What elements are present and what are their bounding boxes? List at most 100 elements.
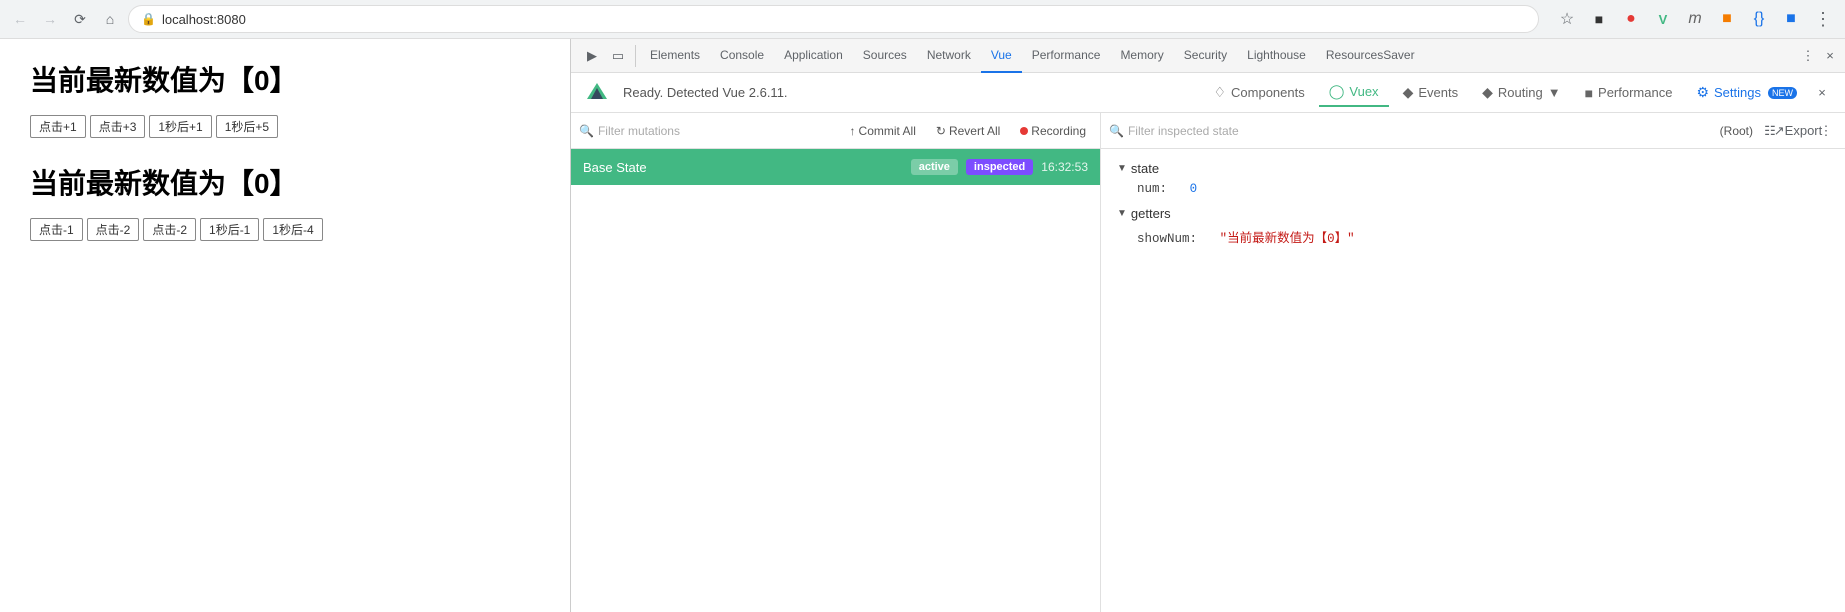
state-time: 16:32:53 <box>1041 160 1088 174</box>
more-button[interactable]: ⋮ <box>1809 5 1837 33</box>
tab-security[interactable]: Security <box>1174 39 1237 73</box>
getters-section-header[interactable]: ▼ getters <box>1117 206 1829 221</box>
btn-plus1[interactable]: 点击+1 <box>30 115 86 138</box>
btn-plus3[interactable]: 点击+3 <box>90 115 146 138</box>
ext-icon-vue[interactable]: V <box>1649 5 1677 33</box>
root-label: (Root) <box>1720 124 1753 138</box>
forward-button[interactable]: → <box>38 7 62 31</box>
btn-minus2a[interactable]: 点击-2 <box>87 218 140 241</box>
vue-status: Ready. Detected Vue 2.6.11. <box>623 85 1199 100</box>
devtools-tab-icons: ▶ ▭ <box>575 45 636 67</box>
tab-network[interactable]: Network <box>917 39 981 73</box>
getters-triangle-icon: ▼ <box>1117 208 1127 219</box>
devtools-split: 🔍 Filter mutations ↑ Commit All ↻ Revert… <box>571 113 1845 612</box>
btn-minus1[interactable]: 点击-1 <box>30 218 83 241</box>
mutations-toolbar: 🔍 Filter mutations ↑ Commit All ↻ Revert… <box>571 113 1100 149</box>
tab-vue[interactable]: Vue <box>981 39 1022 73</box>
vuenav-settings-label: Settings <box>1714 85 1761 100</box>
base-state-label: Base State <box>583 160 903 175</box>
filter-mutations-placeholder: Filter mutations <box>598 124 680 138</box>
home-button[interactable]: ⌂ <box>98 7 122 31</box>
bookmark-button[interactable]: ☆ <box>1553 5 1581 33</box>
ext-icon-3[interactable]: ■ <box>1713 5 1741 33</box>
recording-label: Recording <box>1031 124 1086 138</box>
tab-application[interactable]: Application <box>774 39 853 73</box>
record-dot-icon <box>1020 127 1028 135</box>
ext-icon-m[interactable]: m <box>1681 5 1709 33</box>
routing-icon: ◆ <box>1482 84 1493 101</box>
state-section-header[interactable]: ▼ state <box>1117 161 1829 176</box>
vuenav-components-label: Components <box>1231 85 1305 100</box>
reload-button[interactable]: ⟳ <box>68 7 92 31</box>
tab-elements[interactable]: Elements <box>640 39 710 73</box>
button-group-2: 点击-1 点击-2 点击-2 1秒后-1 1秒后-4 <box>30 218 540 241</box>
vuenav-settings[interactable]: ⚙ Settings NEW <box>1686 79 1807 106</box>
tab-memory[interactable]: Memory <box>1110 39 1173 73</box>
state-triangle-icon: ▼ <box>1117 163 1127 174</box>
getters-shownum-value: "当前最新数值为【0】" <box>1220 232 1355 246</box>
ext-icon-5[interactable]: ■ <box>1777 5 1805 33</box>
vue-logo <box>583 79 611 107</box>
ext-icon-4[interactable]: {} <box>1745 5 1773 33</box>
revert-icon: ↻ <box>936 124 946 138</box>
vuenav-performance-label: Performance <box>1598 85 1672 100</box>
vuenav-performance[interactable]: ■ Performance <box>1575 80 1683 106</box>
vuenav-routing-label: Routing <box>1498 85 1543 100</box>
getters-shownum-entry: showNum: "当前最新数值为【0】" <box>1117 227 1829 246</box>
btn-1s-plus1[interactable]: 1秒后+1 <box>149 115 211 138</box>
routing-chevron-icon: ▼ <box>1548 85 1561 100</box>
vuenav-routing[interactable]: ◆ Routing ▼ <box>1472 79 1570 106</box>
inspector-more-button[interactable]: ⋮ <box>1815 120 1837 142</box>
performance-icon: ■ <box>1585 85 1593 101</box>
vuenav-vuex[interactable]: ◯ Vuex <box>1319 78 1389 107</box>
back-button[interactable]: ← <box>8 7 32 31</box>
devtools-tabs: ▶ ▭ Elements Console Application Sources… <box>571 39 1845 73</box>
devtools-more-button[interactable]: ⋮ <box>1797 45 1819 67</box>
btn-minus2b[interactable]: 点击-2 <box>143 218 196 241</box>
devtools-device-button[interactable]: ▭ <box>607 45 629 67</box>
heading-1: 当前最新数值为【0】 <box>30 59 540 99</box>
revert-all-button[interactable]: ↻ Revert All <box>930 121 1006 141</box>
button-group-1: 点击+1 点击+3 1秒后+1 1秒后+5 <box>30 115 540 138</box>
components-icon: ♢ <box>1213 84 1226 101</box>
btn-1s-minus4[interactable]: 1秒后-4 <box>263 218 322 241</box>
browser-chrome: ← → ⟳ ⌂ 🔒 localhost:8080 ☆ ■ ● V m ■ {} … <box>0 0 1845 39</box>
recording-button[interactable]: Recording <box>1014 121 1092 141</box>
tab-console[interactable]: Console <box>710 39 774 73</box>
ext-icon-2[interactable]: ● <box>1617 5 1645 33</box>
tab-performance[interactable]: Performance <box>1022 39 1111 73</box>
export-button[interactable]: ↗ Export <box>1787 120 1809 142</box>
state-num-value: 0 <box>1190 182 1198 196</box>
url-text: localhost:8080 <box>162 12 246 27</box>
vuenav-events[interactable]: ◆ Events <box>1393 79 1469 106</box>
settings-icon: ⚙ <box>1696 84 1709 101</box>
address-bar[interactable]: 🔒 localhost:8080 <box>128 5 1539 33</box>
commit-all-label: Commit All <box>859 124 916 138</box>
commit-all-button[interactable]: ↑ Commit All <box>844 121 922 141</box>
revert-all-label: Revert All <box>949 124 1000 138</box>
base-state-row[interactable]: Base State active inspected 16:32:53 <box>571 149 1100 185</box>
state-num-key: num: <box>1137 182 1167 196</box>
devtools-inspect-button[interactable]: ▶ <box>581 45 603 67</box>
inspector-panel: 🔍 Filter inspected state (Root) ☷ ↗ Expo… <box>1101 113 1845 612</box>
mutations-panel: 🔍 Filter mutations ↑ Commit All ↻ Revert… <box>571 113 1101 612</box>
btn-1s-minus1[interactable]: 1秒后-1 <box>200 218 259 241</box>
inspector-right: (Root) ☷ ↗ Export ⋮ <box>1720 120 1837 142</box>
btn-1s-plus5[interactable]: 1秒后+5 <box>216 115 278 138</box>
tab-sources[interactable]: Sources <box>853 39 917 73</box>
tab-lighthouse[interactable]: Lighthouse <box>1237 39 1316 73</box>
page-content: 当前最新数值为【0】 点击+1 点击+3 1秒后+1 1秒后+5 当前最新数值为… <box>0 39 570 612</box>
vuex-icon: ◯ <box>1329 83 1345 100</box>
mutations-toolbar-actions: ↑ Commit All ↻ Revert All Recording <box>844 121 1092 141</box>
devtools-panel-close[interactable]: × <box>1811 82 1833 104</box>
heading-2: 当前最新数值为【0】 <box>30 162 540 202</box>
getters-section-label: getters <box>1131 206 1171 221</box>
devtools-close-button[interactable]: × <box>1819 45 1841 67</box>
vuenav-components[interactable]: ♢ Components <box>1203 79 1314 106</box>
ext-icon-1[interactable]: ■ <box>1585 5 1613 33</box>
vuenav-events-label: Events <box>1418 85 1458 100</box>
commit-icon: ↑ <box>850 124 856 138</box>
tab-resourcessaver[interactable]: ResourcesSaver <box>1316 39 1425 73</box>
browser-toolbar: ← → ⟳ ⌂ 🔒 localhost:8080 ☆ ■ ● V m ■ {} … <box>0 0 1845 38</box>
toolbar-icons: ☆ ■ ● V m ■ {} ■ ⋮ <box>1553 5 1837 33</box>
